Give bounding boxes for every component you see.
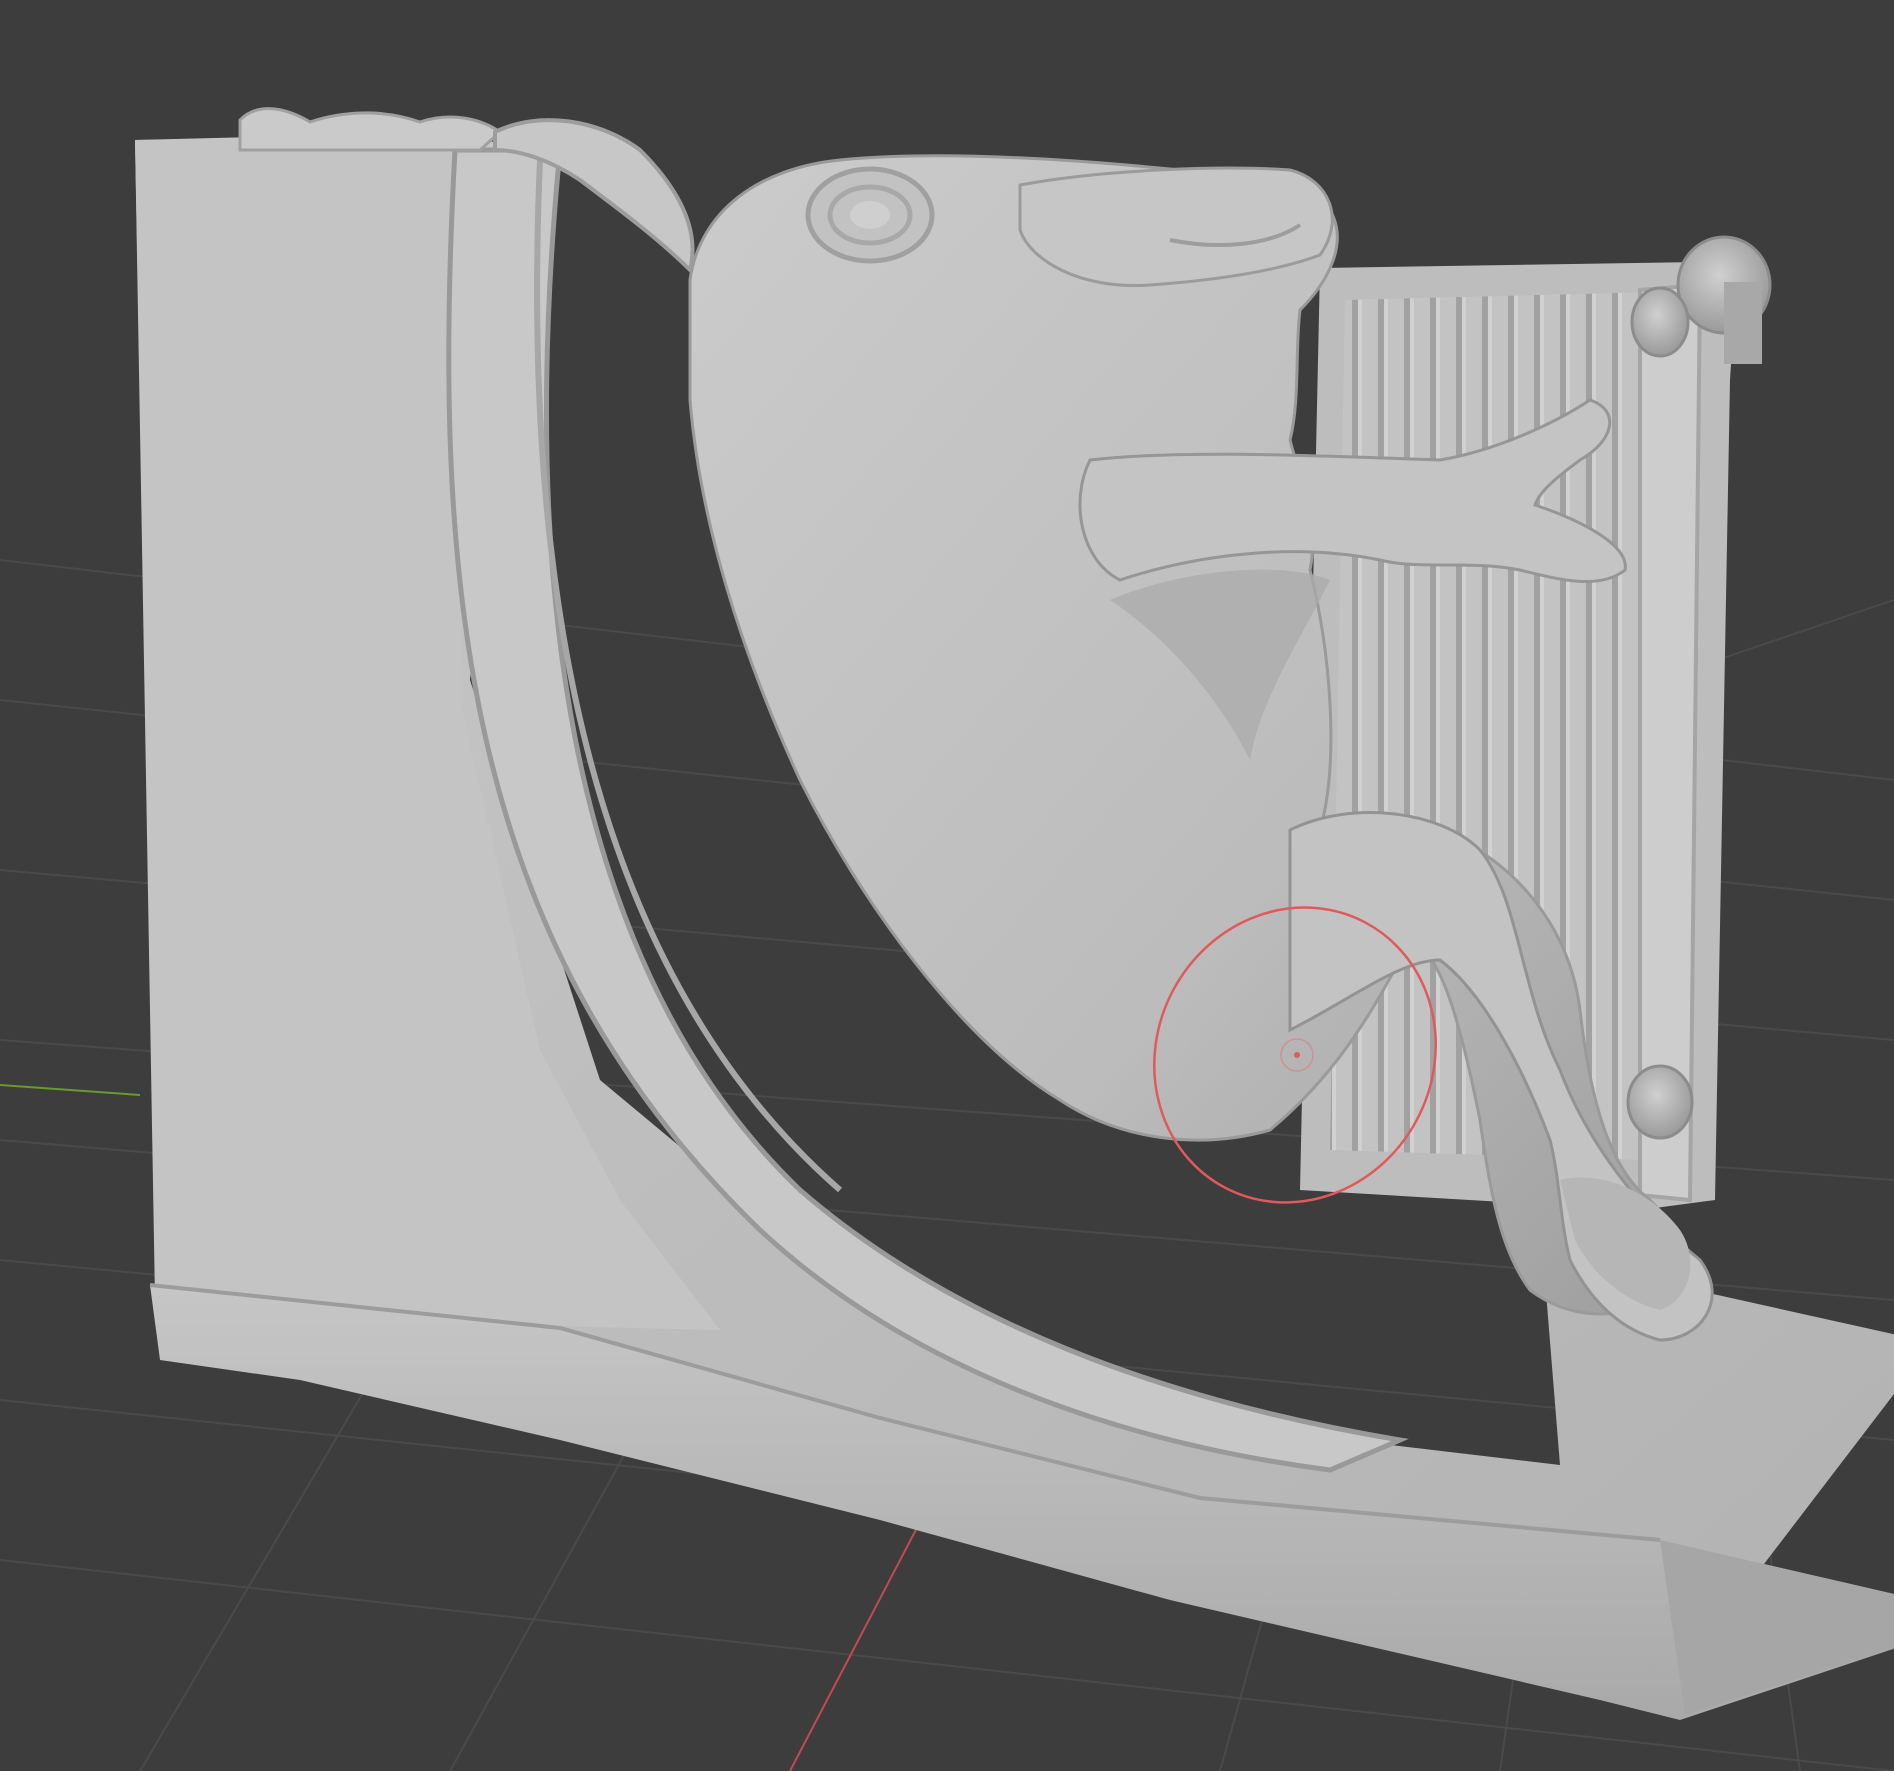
ribbed-panel-frame [1638, 282, 1703, 1203]
coin-disc-large-edge [1724, 282, 1762, 364]
coin-disc-lower[interactable] [1626, 1064, 1694, 1140]
3d-viewport[interactable] [0, 0, 1894, 1771]
coin-disc-small[interactable] [1630, 286, 1690, 358]
viewport-canvas[interactable] [0, 0, 1894, 1771]
animal-eye-inner [850, 201, 890, 229]
brush-center-dot [1294, 1052, 1300, 1058]
